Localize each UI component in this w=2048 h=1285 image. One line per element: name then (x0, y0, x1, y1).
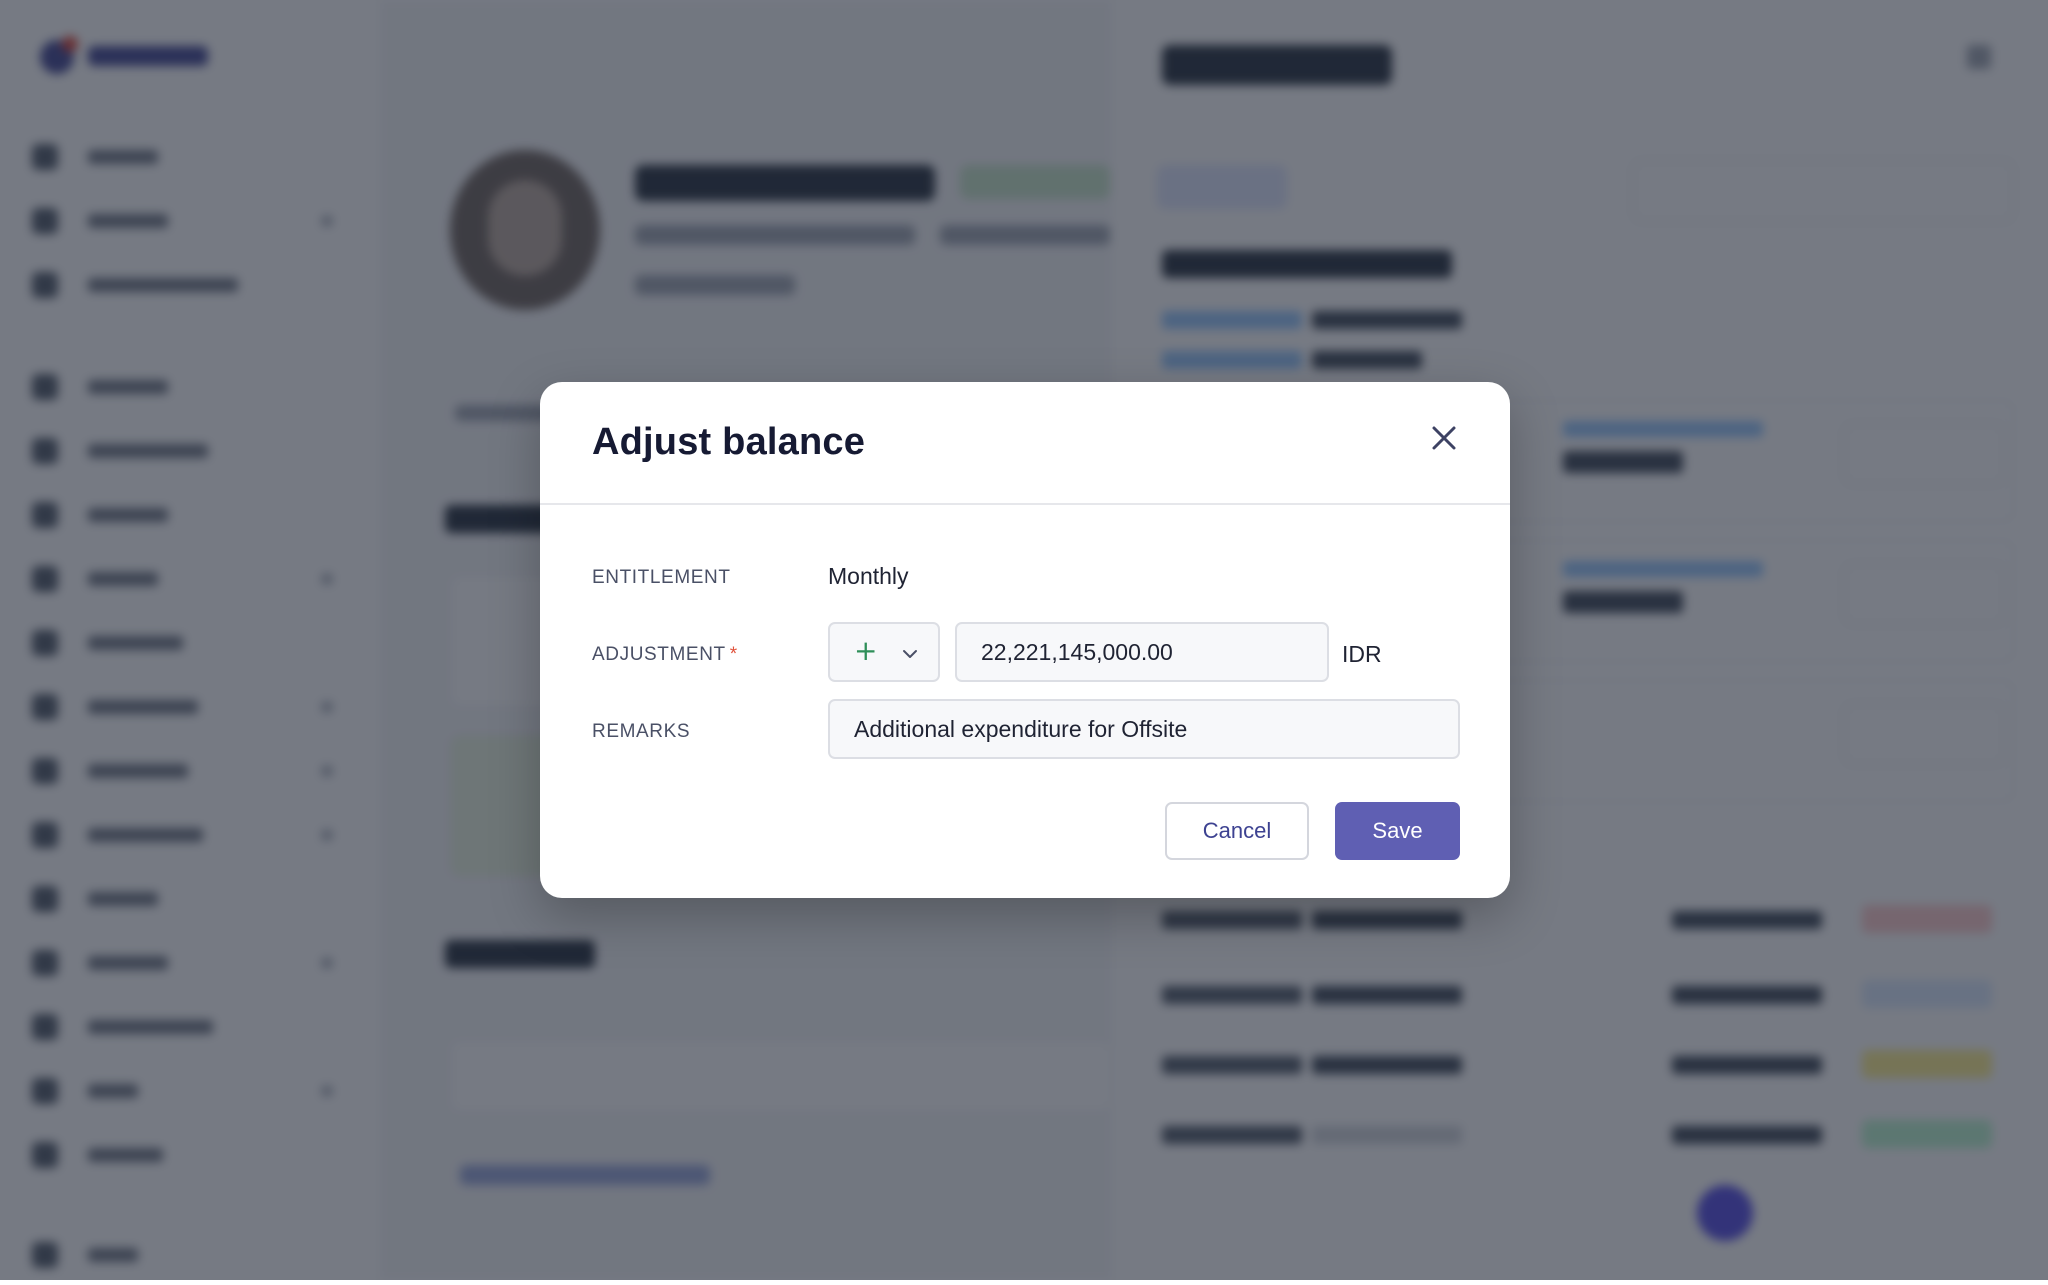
entitlement-label: ENTITLEMENT (592, 567, 731, 588)
required-marker: * (729, 644, 738, 665)
currency-label: IDR (1342, 641, 1382, 667)
remarks-label: REMARKS (592, 721, 691, 742)
adjustment-sign-select[interactable]: + (828, 622, 940, 682)
dialog-title: Adjust balance (592, 421, 866, 463)
close-icon (1432, 426, 1456, 450)
adjustment-label: ADJUSTMENT * (592, 644, 738, 666)
chevron-down-icon (903, 650, 917, 658)
plus-icon: + (854, 634, 878, 667)
remarks-input[interactable] (828, 699, 1460, 759)
entitlement-value: Monthly (828, 563, 909, 589)
adjust-balance-dialog: Adjust balance ENTITLEMENT Monthly ADJUS… (540, 382, 1510, 898)
adjustment-amount-input[interactable] (955, 622, 1329, 682)
cancel-button[interactable]: Cancel (1165, 802, 1309, 860)
close-button[interactable] (1422, 416, 1466, 460)
bottom-strip (0, 1280, 2048, 1285)
dialog-header: Adjust balance (540, 382, 1510, 505)
save-button[interactable]: Save (1335, 802, 1460, 860)
page: Adjust balance ENTITLEMENT Monthly ADJUS… (0, 0, 2048, 1285)
adjustment-label-text: ADJUSTMENT (592, 644, 726, 665)
